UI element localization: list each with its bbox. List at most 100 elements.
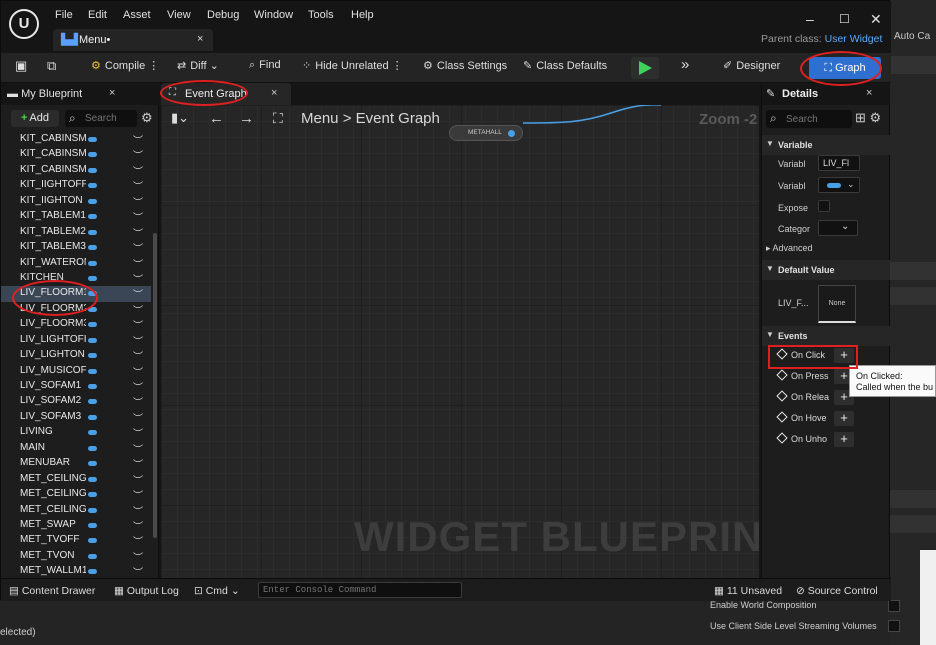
visibility-eye-icon[interactable]: ︶: [133, 302, 143, 317]
visibility-eye-icon[interactable]: ︶: [133, 518, 143, 533]
variable-list-item[interactable]: MET_CEILING ︶: [1, 503, 151, 518]
variable-list-item[interactable]: LIV_SOFAM1 ︶: [1, 379, 151, 394]
visibility-eye-icon[interactable]: ︶: [133, 533, 143, 548]
events-section-header[interactable]: ▼ Events: [762, 326, 890, 346]
close-icon[interactable]: ×: [197, 33, 203, 45]
menu-asset[interactable]: Asset: [123, 9, 151, 21]
visibility-eye-icon[interactable]: ︶: [133, 503, 143, 518]
visibility-eye-icon[interactable]: ︶: [133, 348, 143, 363]
grid-view-icon[interactable]: ⊞ ⚙: [855, 110, 881, 126]
visibility-eye-icon[interactable]: ︶: [133, 364, 143, 379]
visibility-eye-icon[interactable]: ︶: [133, 410, 143, 425]
variable-section-header[interactable]: ▼ Variable: [762, 135, 890, 155]
option-checkbox[interactable]: [888, 620, 900, 632]
visibility-eye-icon[interactable]: ︶: [133, 394, 143, 409]
more-options-icon[interactable]: ⋮: [148, 60, 159, 72]
variable-list-item[interactable]: MAIN ︶: [1, 441, 151, 456]
visibility-eye-icon[interactable]: ︶: [133, 564, 143, 578]
visibility-eye-icon[interactable]: ︶: [133, 147, 143, 162]
play-button[interactable]: [631, 57, 659, 79]
unreal-logo-icon[interactable]: U: [9, 9, 39, 39]
variable-list-item[interactable]: KIT_TABLEM3 ︶: [1, 240, 151, 255]
my-blueprint-search-input[interactable]: [85, 112, 135, 125]
variable-type-dropdown[interactable]: ⌄: [818, 177, 860, 193]
forward-arrow-icon[interactable]: →: [239, 110, 254, 127]
document-tab-menu[interactable]: ▙▟ Menu• ×: [53, 29, 213, 51]
visibility-eye-icon[interactable]: ︶: [133, 209, 143, 224]
visibility-eye-icon[interactable]: ︶: [133, 333, 143, 348]
save-icon[interactable]: ▣: [15, 58, 27, 74]
add-event-on-unhovered-button[interactable]: +: [834, 432, 854, 447]
designer-button[interactable]: ✐ Designer: [723, 59, 780, 72]
variable-list-item[interactable]: MET_TVOFF ︶: [1, 533, 151, 548]
variable-list-item[interactable]: LIVING ︶: [1, 425, 151, 440]
close-icon[interactable]: ×: [866, 87, 872, 99]
menu-help[interactable]: Help: [351, 9, 374, 21]
variable-list-item[interactable]: MET_WALLM1 ︶: [1, 564, 151, 578]
event-graph-canvas[interactable]: ▮⌄ ← → ⛶ Menu > Event Graph Zoom -2 META…: [161, 105, 759, 578]
add-event-on-hovered-button[interactable]: +: [834, 411, 854, 426]
variable-list-item[interactable]: LIV_LIGHTOFI ︶: [1, 333, 151, 348]
browse-icon[interactable]: ⧉: [47, 58, 56, 74]
console-command-input[interactable]: [258, 582, 462, 598]
skip-forward-icon[interactable]: »: [681, 56, 689, 73]
visibility-eye-icon[interactable]: ︶: [133, 271, 143, 286]
cmd-dropdown[interactable]: ⊡ Cmd ⌄: [194, 585, 240, 597]
content-drawer-button[interactable]: ▤ Content Drawer: [9, 585, 95, 597]
back-arrow-icon[interactable]: ←: [209, 110, 224, 127]
visibility-eye-icon[interactable]: ︶: [133, 286, 143, 301]
add-button[interactable]: + Add: [11, 110, 59, 127]
variable-list-item[interactable]: MET_TVON ︶: [1, 549, 151, 564]
visibility-eye-icon[interactable]: ︶: [133, 256, 143, 271]
expose-checkbox[interactable]: [818, 200, 830, 212]
visibility-eye-icon[interactable]: ︶: [133, 240, 143, 255]
visibility-eye-icon[interactable]: ︶: [133, 472, 143, 487]
variable-list-item[interactable]: KIT_CABINSM ︶: [1, 132, 151, 147]
my-blueprint-search[interactable]: ⌕: [65, 110, 137, 127]
class-defaults-button[interactable]: ✎ Class Defaults: [523, 59, 607, 72]
variable-list-scrollbar[interactable]: [153, 233, 157, 538]
variable-list-item[interactable]: KIT_IIGHTOFF ︶: [1, 178, 151, 193]
visibility-eye-icon[interactable]: ︶: [133, 178, 143, 193]
source-control-button[interactable]: ⊘ Source Control: [796, 585, 878, 597]
visibility-eye-icon[interactable]: ︶: [133, 456, 143, 471]
variable-list-item[interactable]: MET_SWAP ︶: [1, 518, 151, 533]
close-icon[interactable]: ✕: [870, 11, 882, 28]
menu-window[interactable]: Window: [254, 9, 293, 21]
variable-list-item[interactable]: MET_CEILING ︶: [1, 487, 151, 502]
variable-list-item[interactable]: LIV_SOFAM2 ︶: [1, 394, 151, 409]
visibility-eye-icon[interactable]: ︶: [133, 225, 143, 240]
minimize-icon[interactable]: –: [806, 11, 814, 27]
visibility-eye-icon[interactable]: ︶: [133, 317, 143, 332]
menu-debug[interactable]: Debug: [207, 9, 239, 21]
advanced-expander[interactable]: ▸ Advanced: [766, 243, 813, 254]
visibility-eye-icon[interactable]: ︶: [133, 194, 143, 209]
variable-list-item[interactable]: MENUBAR ︶: [1, 456, 151, 471]
variable-list-item[interactable]: KIT_IIGHTON ︶: [1, 194, 151, 209]
visibility-eye-icon[interactable]: ︶: [133, 441, 143, 456]
output-log-button[interactable]: ▦ Output Log: [114, 585, 179, 597]
close-icon[interactable]: ×: [109, 87, 115, 99]
default-value-section-header[interactable]: ▼ Default Value: [762, 260, 890, 280]
details-search-input[interactable]: [786, 113, 846, 126]
variable-list-item[interactable]: LIV_MUSICOF ︶: [1, 364, 151, 379]
visibility-eye-icon[interactable]: ︶: [133, 379, 143, 394]
more-options-icon[interactable]: ⋮: [392, 60, 403, 72]
variable-name-field[interactable]: LIV_Fl: [818, 155, 860, 171]
compile-button[interactable]: ⚙ Compile ⋮: [91, 59, 159, 72]
category-dropdown[interactable]: ⌄: [818, 220, 858, 236]
unsaved-button[interactable]: ▦ 11 Unsaved: [714, 585, 782, 597]
hide-unrelated-button[interactable]: ⁘ Hide Unrelated ⋮: [302, 59, 403, 72]
variable-list-item[interactable]: KIT_TABLEM1 ︶: [1, 209, 151, 224]
my-blueprint-tab[interactable]: ▬ My Blueprint ×: [1, 83, 159, 105]
graph-node[interactable]: METAHALL: [449, 125, 523, 141]
find-button[interactable]: ⌕ Find: [249, 59, 281, 72]
visibility-eye-icon[interactable]: ︶: [133, 163, 143, 178]
variable-list-item[interactable]: LIV_FLOORM3 ︶: [1, 317, 151, 332]
menu-file[interactable]: File: [55, 9, 73, 21]
variable-list-item[interactable]: KIT_WATERON ︶: [1, 256, 151, 271]
class-settings-button[interactable]: ⚙ Class Settings: [423, 59, 507, 72]
details-search[interactable]: ⌕: [766, 110, 852, 128]
bookmark-icon[interactable]: ▮⌄: [171, 110, 189, 126]
visibility-eye-icon[interactable]: ︶: [133, 425, 143, 440]
